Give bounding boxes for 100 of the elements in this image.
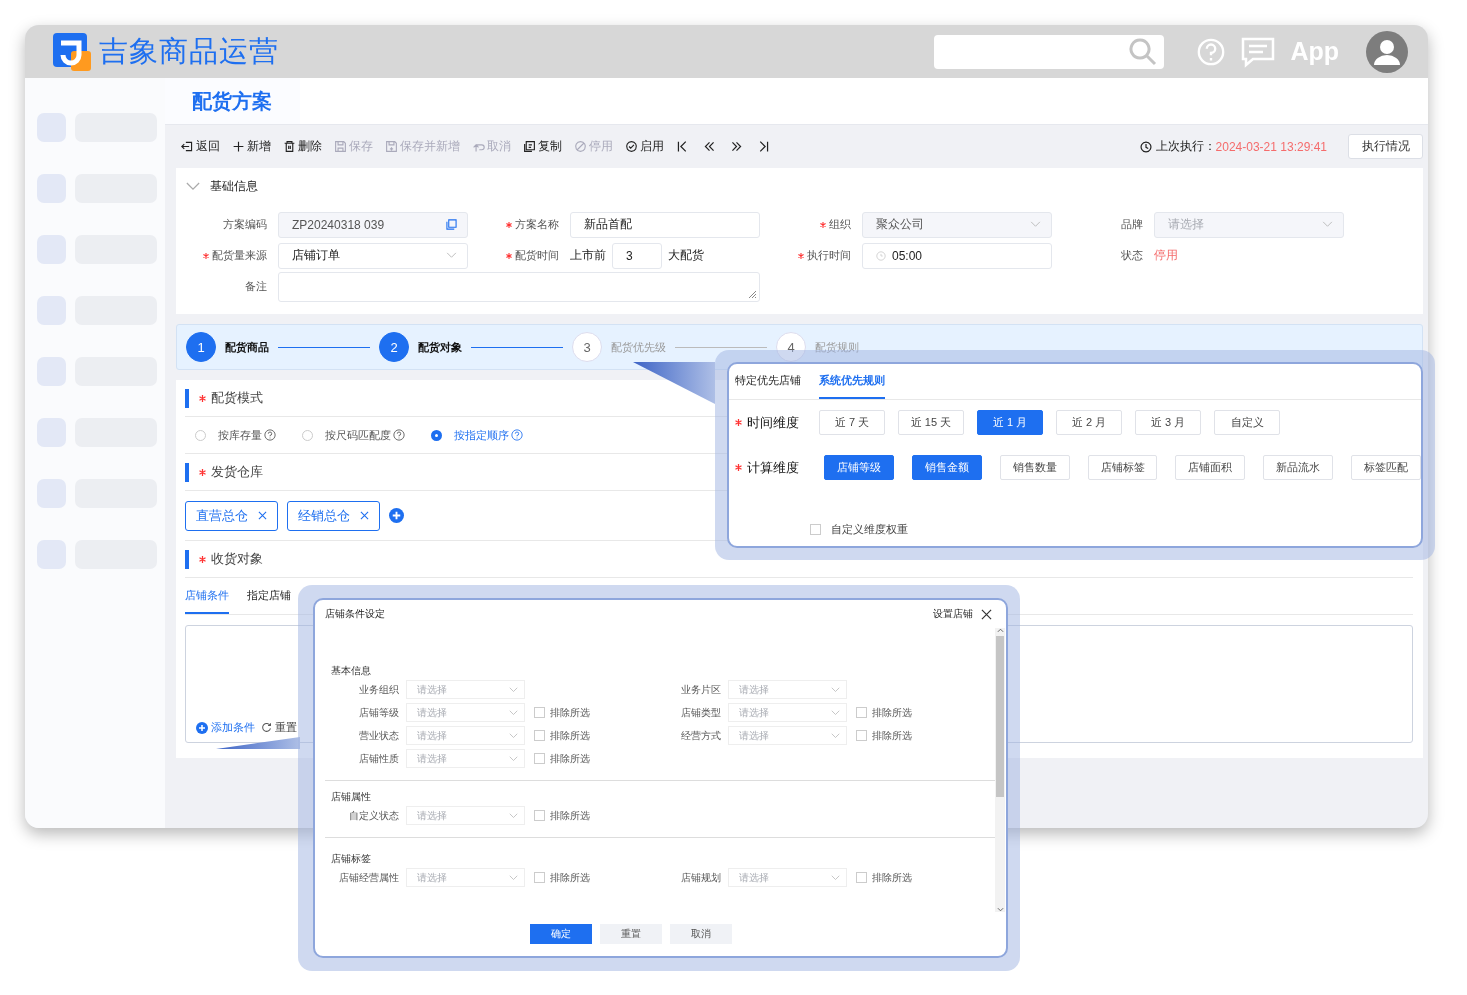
set-store-link[interactable]: 设置店铺 [933,607,973,621]
checkbox-label[interactable]: 自定义维度权重 [831,522,908,537]
step-number[interactable]: 3 [572,332,602,362]
field-label: 店铺经营属性 [338,870,399,885]
search-field[interactable] [934,34,1165,69]
toolbar-button[interactable]: 复制 [523,138,562,155]
close-icon[interactable] [981,608,992,620]
add-condition-button[interactable]: 添加条件 [196,720,255,735]
dialog-button[interactable]: 确定 [529,924,592,944]
checkbox[interactable] [534,707,545,718]
input-field[interactable]: 新品首配 [570,211,760,238]
checkbox-label[interactable]: 排除所选 [872,705,912,720]
option-button[interactable]: 近 1 月 [977,410,1043,435]
field-label: 经营方式 [680,728,721,743]
checkbox[interactable] [856,872,867,883]
radio-label[interactable]: 按指定顺序 [454,427,509,443]
step-number[interactable]: 4 [776,332,806,362]
step-number[interactable]: 2 [379,332,409,362]
chevron-down-icon [509,732,518,739]
tab[interactable]: 指定店铺 [247,578,291,614]
field-label: 店铺类型 [680,705,721,720]
option-button[interactable]: 新品流水 [1263,455,1334,480]
last-page-button[interactable] [757,140,770,153]
help-icon[interactable] [393,429,405,441]
warehouse-tag[interactable]: 直营总仓 [185,500,278,531]
scrollbar[interactable] [995,628,1005,912]
checkbox[interactable] [534,872,545,883]
page-tab[interactable]: 配货方案 [165,78,300,124]
field-label: 方案编码 [223,217,267,232]
section-title: 发货仓库 [211,463,263,481]
option-button[interactable]: 自定义 [1214,410,1280,435]
tab[interactable]: 系统优先规则 [819,364,885,399]
run-status-button[interactable]: 执行情况 [1348,134,1423,159]
tab[interactable]: 店铺条件 [185,578,229,614]
checkbox-label[interactable]: 排除所选 [550,870,590,885]
checkbox-label[interactable]: 排除所选 [872,870,912,885]
checkbox[interactable] [856,730,867,741]
reset-button[interactable]: 重置 [261,720,297,735]
time-field[interactable]: 05:00 [862,242,1052,269]
toolbar-button[interactable]: 新增 [232,138,271,155]
tab[interactable]: 特定优先店铺 [735,364,801,399]
chevron-icon[interactable] [186,181,200,191]
checkbox[interactable] [856,707,867,718]
toolbar-button[interactable]: 删除 [283,138,322,155]
option-button[interactable]: 近 7 天 [819,410,885,435]
previous-page-button[interactable] [703,140,716,153]
warehouse-tag[interactable]: 经销总仓 [287,500,380,531]
option-button[interactable]: 销售数量 [999,455,1070,480]
checkbox[interactable] [534,810,545,821]
field-label: 方案名称 [515,217,559,232]
message-icon[interactable] [1240,35,1277,68]
number-field[interactable]: 3 [612,242,662,269]
field-label: 店铺规划 [680,870,721,885]
option-button[interactable]: 近 2 月 [1056,410,1122,435]
option-button[interactable]: 店铺等级 [824,455,894,480]
option-button[interactable]: 近 15 天 [898,410,964,435]
option-button[interactable]: 店铺标签 [1087,455,1158,480]
toolbar-button[interactable]: 启用 [625,138,664,155]
checkbox-label[interactable]: 排除所选 [872,728,912,743]
checkbox-label[interactable]: 排除所选 [550,808,590,823]
chevron-down-icon [1030,221,1041,228]
step-label[interactable]: 配货商品 [225,339,269,355]
first-page-button[interactable] [676,140,689,153]
code-field[interactable]: ZP20240318 039 [278,211,468,238]
resize-handle-icon[interactable] [747,288,757,299]
help-icon[interactable] [264,429,276,441]
option-button[interactable]: 店铺面积 [1175,455,1246,480]
dialog-button[interactable]: 重置 [599,924,662,944]
next-page-button[interactable] [730,140,743,153]
dialog-button[interactable]: 取消 [669,924,732,944]
save-icon [334,140,347,153]
checkbox-label[interactable]: 排除所选 [550,728,590,743]
select-field[interactable]: 店铺订单 [278,242,468,269]
checkbox[interactable] [810,524,821,535]
field-label: 自定义状态 [348,808,399,823]
step-number[interactable]: 1 [186,332,216,362]
scroll-up-icon[interactable] [996,628,1004,633]
checkbox-label[interactable]: 排除所选 [550,751,590,766]
status-value: 停用 [1154,247,1179,264]
add-icon[interactable] [389,508,404,523]
last-run-label: 上次执行： [1155,138,1216,155]
remark-field[interactable] [278,271,760,302]
option-button[interactable]: 近 3 月 [1135,410,1201,435]
copy-icon[interactable] [446,219,457,230]
option-button[interactable]: 标签匹配 [1351,455,1421,480]
checkbox[interactable] [534,753,545,764]
step-label[interactable]: 配货对象 [418,339,462,355]
radio-button[interactable] [431,429,442,441]
radio-label[interactable]: 按库存量 [218,427,262,443]
toolbar-button[interactable]: 返回 [181,138,220,155]
plus-icon [232,140,245,153]
checkbox-label[interactable]: 排除所选 [550,705,590,720]
option-button[interactable]: 销售金额 [911,455,982,480]
dialog-title: 店铺条件设定 [325,607,386,621]
chevron-down-icon [509,874,518,881]
help-icon[interactable] [511,429,523,441]
radio-label[interactable]: 按尺码匹配度 [325,427,391,443]
scroll-down-icon[interactable] [996,907,1004,912]
checkbox[interactable] [534,730,545,741]
avatar-icon[interactable] [1366,30,1408,73]
